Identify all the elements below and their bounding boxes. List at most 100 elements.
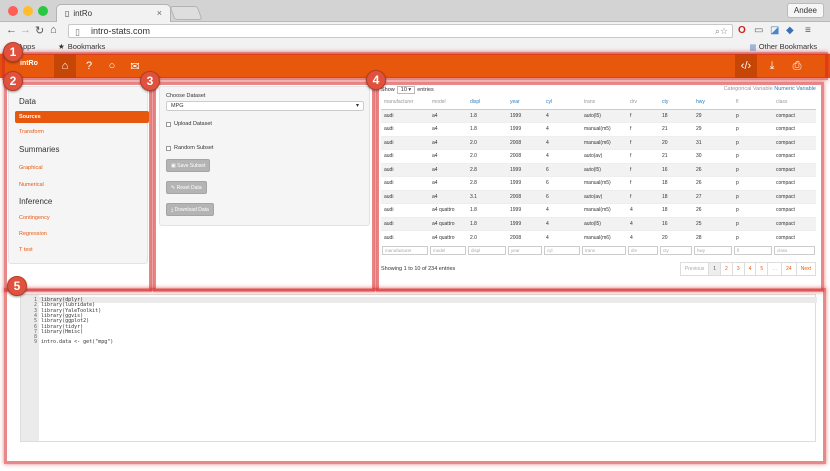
sidebar-item-contingency[interactable]: Contingency — [19, 215, 50, 221]
table-cell-trans: auto(av) — [581, 189, 627, 204]
filter-input-trans[interactable]: trans — [582, 246, 626, 256]
extension-icon[interactable]: ◪ — [770, 25, 779, 36]
table-cell-cyl: 4 — [543, 230, 581, 244]
other-bookmarks[interactable]: ▆ Other Bookmarks — [750, 42, 817, 51]
sidebar-section-summaries: Summaries — [19, 145, 60, 154]
table-cell-class: compact — [773, 122, 816, 136]
sidebar-item-sources[interactable]: Sources — [15, 111, 149, 123]
home-browser-icon[interactable]: ⌂ — [50, 24, 57, 36]
categorical-variable-label: Categorical Variable — [723, 86, 773, 92]
column-header-manufacturer[interactable]: manufacturer — [381, 96, 429, 110]
table-cell-fl: p — [733, 122, 773, 136]
column-header-cty[interactable]: cty — [659, 96, 693, 110]
table-cell-hwy: 29 — [693, 122, 733, 136]
reset-data-button[interactable]: ✎ Reset Data — [166, 181, 207, 194]
table-cell-cty: 18 — [659, 108, 693, 123]
page-link-0[interactable]: Previous — [679, 262, 710, 276]
download-data-button[interactable]: ⤓ Download Data — [166, 203, 214, 216]
column-header-year[interactable]: year — [507, 96, 543, 110]
page-link-8[interactable]: Next — [795, 262, 816, 276]
table-cell-trans: manual(m5) — [581, 176, 627, 190]
filter-input-fl[interactable]: fl — [734, 246, 772, 256]
new-tab-button[interactable] — [169, 6, 203, 20]
sidebar-item-t-test[interactable]: T test — [19, 247, 33, 253]
opera-icon[interactable]: O — [738, 25, 746, 36]
filter-input-hwy[interactable]: hwy — [694, 246, 732, 256]
print-icon[interactable]: ⎙ — [786, 54, 808, 78]
column-header-fl[interactable]: fl — [733, 96, 773, 110]
table-cell-year: 2008 — [507, 135, 543, 150]
random-subset-checkbox[interactable]: Random Subset — [166, 145, 213, 151]
table-cell-model: a4 — [429, 189, 467, 204]
table-cell-manufacturer: audi — [381, 189, 429, 204]
close-tab-icon[interactable]: × — [157, 8, 162, 18]
app-brand[interactable]: intRo — [20, 60, 38, 67]
save-subset-button[interactable]: ▣ Save Subset — [166, 159, 211, 172]
zoom-bookmark-icons[interactable]: ⌕☆ — [715, 25, 728, 37]
sidebar-item-graphical[interactable]: Graphical — [19, 165, 43, 171]
show-entries-control: Show 10 ▾ entries — [381, 86, 434, 94]
filter-input-model[interactable]: model — [430, 246, 466, 256]
code-icon[interactable]: ‹/› — [735, 54, 757, 78]
extension2-icon[interactable]: ◆ — [786, 25, 794, 36]
dataset-select[interactable]: MPG ▾ — [166, 101, 364, 111]
callout-badge-5: 5 — [7, 276, 27, 296]
table-cell-fl: p — [733, 216, 773, 231]
table-cell-cty: 18 — [659, 189, 693, 204]
reload-icon[interactable]: ↻ — [35, 24, 44, 37]
bookmarks-bar: Apps ★ Bookmarks ▆ Other Bookmarks — [0, 40, 830, 54]
url-input[interactable]: ▯ intro-stats.com ⌕☆ — [68, 24, 733, 38]
table-cell-cyl: 4 — [543, 149, 581, 163]
filter-input-cyl[interactable]: cyl — [544, 246, 580, 256]
filter-input-cty[interactable]: cty — [660, 246, 692, 256]
filter-input-drv[interactable]: drv — [628, 246, 658, 256]
bookmarks-bookmark[interactable]: ★ Bookmarks — [58, 42, 105, 51]
sidebar-item-transform[interactable]: Transform — [19, 129, 44, 135]
upload-dataset-checkbox[interactable]: Upload Dataset — [166, 121, 212, 127]
table-cell-model: a4 quattro — [429, 216, 467, 231]
github-icon[interactable]: ○ — [101, 54, 123, 78]
checkbox-box[interactable] — [166, 121, 171, 127]
column-header-cyl[interactable]: cyl — [543, 96, 581, 110]
close-window-button[interactable] — [8, 6, 18, 16]
sidebar-item-regression[interactable]: Regression — [19, 231, 47, 237]
table-cell-manufacturer: audi — [381, 135, 429, 150]
column-header-displ[interactable]: displ — [467, 96, 507, 110]
maximize-window-button[interactable] — [38, 6, 48, 16]
table-cell-class: compact — [773, 176, 816, 190]
table-cell-displ: 2.8 — [467, 176, 507, 190]
user-profile-button[interactable]: Andee — [786, 3, 824, 18]
column-header-class[interactable]: class — [773, 96, 816, 110]
page-link-7[interactable]: 24 — [781, 262, 797, 276]
column-header-hwy[interactable]: hwy — [693, 96, 733, 110]
checkbox-box[interactable] — [166, 145, 171, 151]
table-cell-trans: manual(m6) — [581, 135, 627, 150]
sidebar-item-numerical[interactable]: Numerical — [19, 182, 44, 188]
filter-input-manufacturer[interactable]: manufacturer — [382, 246, 428, 256]
data-table: manufacturer model displ year cyl trans drv cty… — [381, 96, 816, 258]
menu-icon[interactable]: ≡ — [805, 25, 811, 36]
column-header-drv[interactable]: drv — [627, 96, 659, 110]
filter-input-displ[interactable]: displ — [468, 246, 506, 256]
table-cell-drv: 4 — [627, 203, 659, 217]
back-icon[interactable]: ← — [6, 24, 17, 36]
home-icon[interactable]: ⌂ — [54, 54, 76, 78]
forward-icon[interactable]: → — [20, 24, 31, 36]
table-cell-model: a4 — [429, 149, 467, 163]
entries-select[interactable]: 10 ▾ — [396, 86, 416, 94]
cast-icon[interactable]: ▭ — [754, 25, 763, 36]
column-header-model[interactable]: model — [429, 96, 467, 110]
filter-input-year[interactable]: year — [508, 246, 542, 256]
download-icon[interactable]: ⤓ — [761, 54, 783, 78]
column-header-trans[interactable]: trans — [581, 96, 627, 110]
filter-cell: cty — [659, 244, 693, 258]
entries-value: 10 — [400, 87, 407, 93]
table-cell-drv: f — [627, 149, 659, 163]
table-cell-model: a4 — [429, 135, 467, 150]
code-editor[interactable]: 1 library(dplyr) 2 library(lubridate) 3 libra… — [20, 294, 817, 442]
code-line[interactable]: 9 intro.data <- get("mpg") — [21, 339, 817, 345]
browser-tab[interactable]: ▯ intRo × — [56, 4, 171, 22]
filter-input-class[interactable]: class — [774, 246, 815, 256]
minimize-window-button[interactable] — [23, 6, 33, 16]
help-icon[interactable]: ? — [78, 54, 100, 78]
